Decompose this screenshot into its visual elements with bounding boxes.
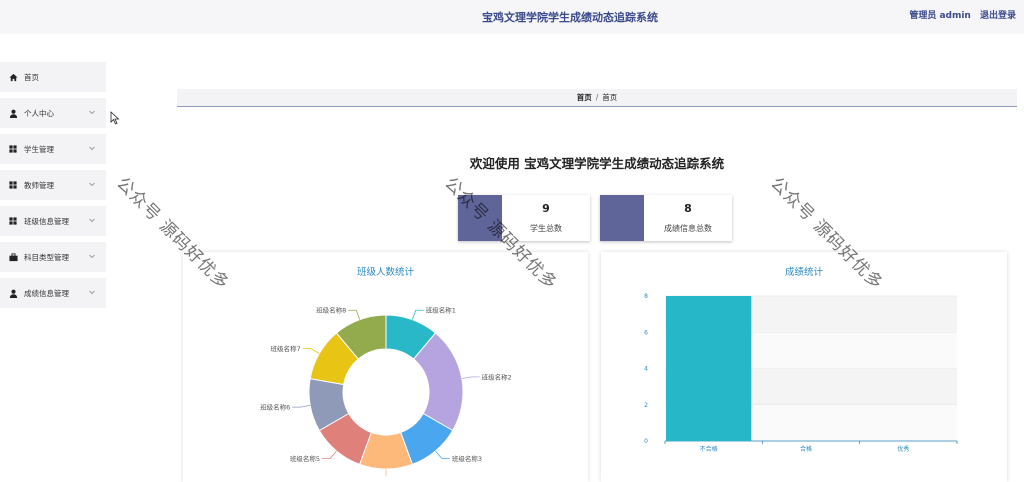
stat-accent-block [600,195,644,241]
pie-label: 班级名称2 [482,372,512,381]
logout-link[interactable]: 退出登录 [980,11,1016,21]
grid-icon [8,180,18,190]
chevron-down-icon [89,290,95,295]
chevron-down-icon [89,218,95,223]
pie-label-line [348,309,361,320]
user-label: 管理员 admin [909,11,971,21]
sidebar: 首页 个人中心 学生管理 教师管理 班级信息管理 科目类型管理 成绩信息管理 [0,62,106,314]
y-tick-label: 6 [644,329,648,336]
sidebar-item-label: 个人中心 [24,108,54,118]
pie-label-line [435,450,450,460]
chevron-down-icon [89,110,95,115]
bar [666,296,752,441]
chevron-down-icon [89,146,95,151]
sidebar-item-personal-center[interactable]: 个人中心 [0,98,106,128]
grid-icon [8,216,18,226]
pie-label-line [385,469,387,476]
y-tick-label: 0 [644,438,648,445]
pie-chart: 班级名称1班级名称2班级名称3班级名称4班级名称5班级名称6班级名称7班级名称8 [260,306,512,476]
sidebar-item-label: 科目类型管理 [24,252,69,262]
chevron-down-icon [89,182,95,187]
x-tick-label: 优秀 [897,445,909,453]
pie-label: 班级名称5 [290,454,320,463]
sidebar-item-teachers[interactable]: 教师管理 [0,170,106,200]
pie-label: 班级名称1 [426,306,456,315]
sidebar-item-classes[interactable]: 班级信息管理 [0,206,106,236]
chevron-down-icon [89,254,95,259]
grid-icon [8,144,18,154]
pie-label-line [461,376,480,380]
welcome-heading: 欢迎使用 宝鸡文理学院学生成绩动态追踪系统 [469,156,725,171]
home-icon [8,72,18,82]
pie-label-line [302,348,320,354]
stat-label: 成绩信息总数 [664,224,712,233]
user-icon [8,108,18,118]
breadcrumb-home[interactable]: 首页 [577,93,592,102]
x-tick-label: 合格 [800,445,812,453]
briefcase-icon [8,252,18,262]
stat-card-scores: 8 成绩信息总数 [600,195,732,241]
sidebar-item-label: 班级信息管理 [24,216,69,226]
pie-label-line [292,404,311,408]
sidebar-item-home[interactable]: 首页 [0,62,106,92]
x-tick-label: 不合格 [700,445,718,453]
pie-label: 班级名称7 [271,344,301,353]
pie-label-line [322,450,337,460]
top-bar: 宝鸡文理学院学生成绩动态追踪系统 管理员 admin 退出登录 [0,0,1024,34]
score-chart-card: 成绩统计 0 2 4 6 8 不合格 合格 优秀 [601,252,1007,482]
stat-value: 8 [684,202,692,215]
sidebar-item-scores[interactable]: 成绩信息管理 [0,278,106,308]
pie-label: 班级名称6 [260,403,290,412]
sidebar-item-students[interactable]: 学生管理 [0,134,106,164]
user-area: 管理员 admin 退出登录 [903,8,1016,21]
pie-label: 班级名称3 [452,454,482,463]
bar-chart: 0 2 4 6 8 不合格 合格 优秀 [644,293,958,453]
user-icon [8,288,18,298]
mouse-cursor-icon [110,111,120,125]
stat-value: 9 [542,202,550,215]
sidebar-item-label: 成绩信息管理 [24,288,69,298]
breadcrumb: 首页 / 首页 [177,89,1017,107]
stat-label: 学生总数 [530,224,562,233]
stat-card-students: 9 学生总数 [458,195,590,241]
breadcrumb-separator: / [595,93,599,102]
stat-accent-block [458,195,502,241]
sidebar-item-label: 学生管理 [24,144,54,154]
sidebar-item-label: 教师管理 [24,180,54,190]
y-tick-label: 8 [644,293,648,300]
sidebar-item-label: 首页 [24,72,39,82]
class-count-chart-card: 班级人数统计 班级名称1班级名称2班级名称3班级名称4班级名称5班级名称6班级名… [183,252,588,482]
y-tick-label: 4 [644,366,648,373]
pie-label-line [411,309,424,320]
y-tick-label: 2 [644,402,648,409]
sidebar-item-subject-types[interactable]: 科目类型管理 [0,242,106,272]
system-title: 宝鸡文理学院学生成绩动态追踪系统 [482,11,658,24]
pie-label: 班级名称8 [316,306,346,315]
breadcrumb-current: 首页 [602,93,618,102]
